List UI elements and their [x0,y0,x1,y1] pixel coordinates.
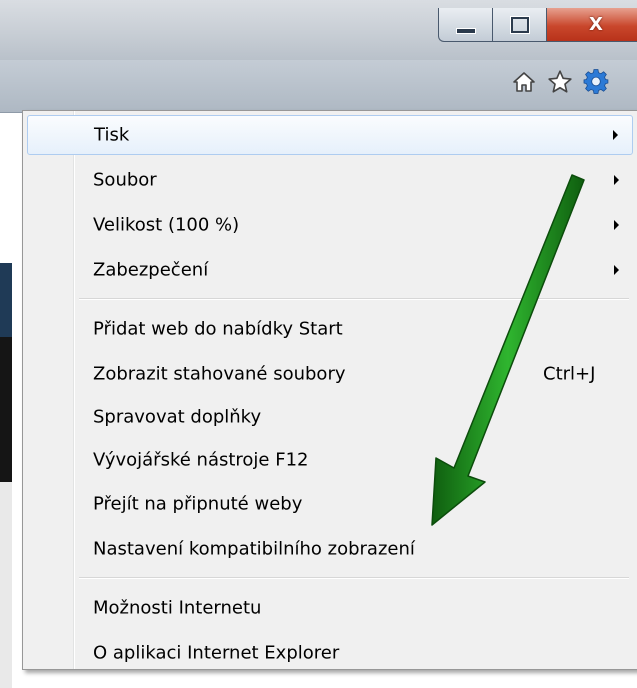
window-controls: X [438,8,637,44]
maximize-button[interactable] [492,8,546,42]
minimize-icon [455,27,476,34]
page-background [0,113,12,263]
menu-item-label: O aplikaci Internet Explorer [93,642,340,664]
submenu-arrow-icon [614,220,619,230]
menu-item-file[interactable]: Soubor [27,160,633,200]
menu-item-developer-tools[interactable]: Vývojářské nástroje F12 [27,440,633,480]
menu-item-label: Zabezpečení [93,259,209,281]
close-icon: X [589,14,603,35]
close-button[interactable]: X [546,8,637,42]
menu-item-about-ie[interactable]: O aplikaci Internet Explorer [27,633,633,673]
menu-item-manage-addons[interactable]: Spravovat doplňky [27,397,633,437]
menu-separator [79,577,629,579]
minimize-button[interactable] [438,8,492,42]
page-content-strip [0,337,12,482]
favorites-star-icon[interactable] [546,68,574,96]
page-content-strip [0,482,12,688]
menu-item-label: Přidat web do nabídky Start [93,318,343,340]
restore-icon [510,16,529,33]
page-content-strip [0,263,12,337]
toolbar-icons [510,68,610,96]
tools-menu: Tisk Soubor Velikost (100 %) Zabezpečení… [22,110,637,670]
menu-item-compatibility-view-settings[interactable]: Nastavení kompatibilního zobrazení [27,529,633,569]
menu-item-label: Tisk [94,124,130,146]
menu-item-label: Vývojářské nástroje F12 [93,449,309,471]
submenu-arrow-icon [613,130,618,140]
menu-item-label: Možnosti Internetu [93,597,262,619]
menu-item-print[interactable]: Tisk [27,115,633,155]
menu-item-zoom[interactable]: Velikost (100 %) [27,205,633,245]
menu-separator [79,298,629,300]
menu-item-label: Velikost (100 %) [93,214,240,236]
menu-item-label: Spravovat doplňky [93,406,262,428]
tools-gear-icon[interactable] [582,68,610,96]
menu-item-shortcut: Ctrl+J [543,363,596,385]
menu-item-safety[interactable]: Zabezpečení [27,250,633,290]
menu-item-label: Nastavení kompatibilního zobrazení [93,538,415,560]
menu-item-label: Soubor [93,169,157,191]
menu-item-add-site-to-start[interactable]: Přidat web do nabídky Start [27,309,633,349]
menu-item-internet-options[interactable]: Možnosti Internetu [27,588,633,628]
menu-item-pinned-sites[interactable]: Přejít na připnuté weby [27,484,633,524]
submenu-arrow-icon [614,175,619,185]
home-icon[interactable] [510,68,538,96]
submenu-arrow-icon [614,265,619,275]
menu-item-label: Přejít na připnuté weby [93,493,303,515]
menu-item-view-downloads[interactable]: Zobrazit stahované soubory Ctrl+J [27,354,633,394]
menu-item-label: Zobrazit stahované soubory [93,363,346,385]
